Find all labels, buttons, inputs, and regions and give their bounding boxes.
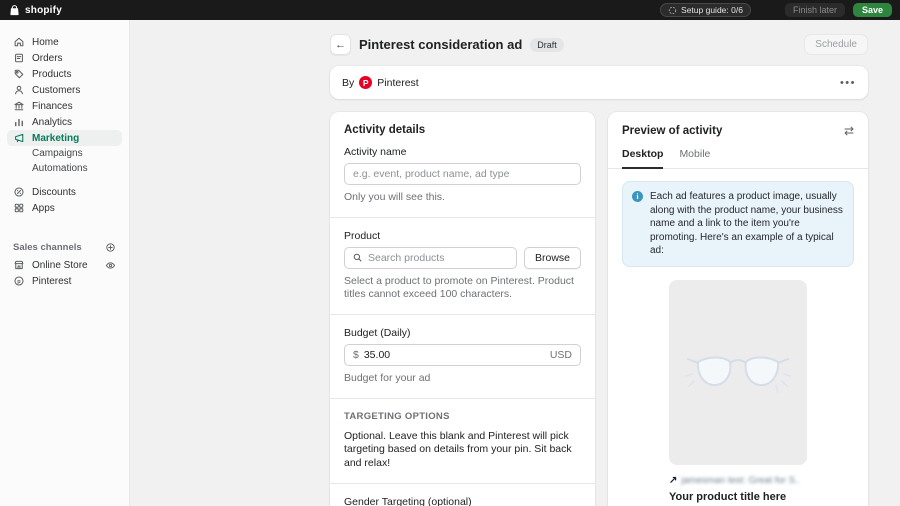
discounts-percent-icon (13, 186, 25, 198)
gender-targeting-label: Gender Targeting (optional) (344, 496, 581, 506)
product-help: Select a product to promote on Pinterest… (344, 275, 581, 302)
byline-card: By Pinterest (330, 66, 868, 99)
browse-button[interactable]: Browse (524, 247, 581, 269)
status-badge: Draft (530, 38, 564, 52)
pinterest-channel-icon: p (13, 275, 25, 287)
finances-bank-icon (13, 100, 25, 112)
budget-field: $ USD (344, 344, 581, 366)
budget-help: Budget for your ad (344, 372, 581, 386)
info-banner: Each ad features a product image, usuall… (622, 181, 854, 267)
schedule-button[interactable]: Schedule (804, 34, 868, 55)
preview-tabs: Desktop Mobile (608, 138, 868, 169)
search-icon (352, 252, 363, 263)
sidebar-item-online-store[interactable]: Online Store (7, 257, 122, 273)
sidebar-divider-gap (0, 176, 129, 184)
marketing-megaphone-icon (13, 132, 25, 144)
shopify-bag-icon (8, 4, 21, 17)
product-search-input[interactable] (368, 252, 509, 264)
sidebar: Home Orders Products Customers Finances … (0, 20, 130, 506)
sidebar-item-analytics[interactable]: Analytics (7, 114, 122, 130)
finish-later-button[interactable]: Finish later (785, 3, 845, 17)
product-label: Product (344, 230, 581, 242)
setup-guide-button[interactable]: Setup guide: 0/6 (660, 3, 751, 17)
budget-input[interactable] (364, 349, 545, 361)
back-button[interactable] (330, 34, 351, 55)
apps-grid-icon (13, 202, 25, 214)
targeting-description: Optional. Leave this blank and Pinterest… (344, 430, 581, 472)
refresh-preview-icon[interactable] (844, 124, 854, 138)
view-store-eye-icon[interactable] (105, 260, 116, 271)
byline-brand: Pinterest (377, 77, 418, 89)
activity-name-help: Only you will see this. (344, 191, 581, 205)
currency-code: USD (550, 349, 572, 361)
activity-details-card: Activity details Activity name Only you … (330, 112, 595, 506)
products-tag-icon (13, 68, 25, 80)
save-button[interactable]: Save (853, 3, 892, 17)
tab-desktop[interactable]: Desktop (622, 148, 663, 169)
info-icon (632, 191, 643, 202)
add-sales-channel-icon[interactable] (105, 242, 116, 253)
sidebar-item-orders[interactable]: Orders (7, 50, 122, 66)
shopify-logo[interactable]: shopify (8, 4, 62, 17)
ad-link-row: jamesman test: Great for S... (669, 475, 807, 486)
product-search-field (344, 247, 517, 269)
setup-guide-label: Setup guide: 0/6 (681, 5, 743, 15)
preview-card: Preview of activity Desktop Mobile Each … (608, 112, 868, 506)
online-store-icon (13, 259, 25, 271)
analytics-bars-icon (13, 116, 25, 128)
preview-title: Preview of activity (622, 125, 722, 137)
sidebar-item-home[interactable]: Home (7, 34, 122, 50)
external-arrow-icon (669, 475, 677, 486)
sunglasses-illustration (683, 343, 793, 401)
ad-link-text: jamesman test: Great for S... (681, 475, 799, 486)
home-icon (13, 36, 25, 48)
activity-name-label: Activity name (344, 146, 581, 158)
progress-circle-icon (668, 6, 677, 15)
main-area: Pinterest consideration ad Draft Schedul… (130, 20, 900, 506)
sales-channels-header: Sales channels (7, 240, 122, 255)
sidebar-item-customers[interactable]: Customers (7, 82, 122, 98)
sidebar-item-campaigns[interactable]: Campaigns (7, 146, 122, 161)
tab-mobile[interactable]: Mobile (679, 148, 710, 168)
more-actions-icon[interactable] (840, 77, 856, 89)
ad-product-title: Your product title here (669, 491, 807, 503)
topbar: shopify Setup guide: 0/6 Finish later Sa… (0, 0, 900, 20)
sidebar-item-marketing[interactable]: Marketing (7, 130, 122, 146)
product-image-placeholder (669, 280, 807, 465)
orders-icon (13, 52, 25, 64)
sidebar-item-products[interactable]: Products (7, 66, 122, 82)
sidebar-item-apps[interactable]: Apps (7, 200, 122, 216)
sidebar-item-discounts[interactable]: Discounts (7, 184, 122, 200)
activity-name-input[interactable] (344, 163, 581, 185)
page-title: Pinterest consideration ad (359, 37, 522, 52)
info-banner-text: Each ad features a product image, usuall… (650, 190, 844, 258)
sidebar-item-finances[interactable]: Finances (7, 98, 122, 114)
pinterest-logo-icon (359, 76, 372, 89)
currency-prefix: $ (353, 349, 359, 361)
targeting-options-header: TARGETING OPTIONS (344, 411, 581, 422)
page-header: Pinterest consideration ad Draft Schedul… (330, 34, 868, 55)
byline-prefix: By (342, 77, 354, 89)
svg-text:p: p (17, 279, 21, 285)
budget-label: Budget (Daily) (344, 327, 581, 339)
ad-preview: jamesman test: Great for S... Your produ… (669, 280, 807, 506)
shopify-wordmark: shopify (25, 5, 62, 16)
customers-person-icon (13, 84, 25, 96)
sidebar-item-pinterest[interactable]: p Pinterest (7, 273, 122, 289)
activity-details-title: Activity details (344, 124, 581, 136)
sidebar-item-automations[interactable]: Automations (7, 161, 122, 176)
